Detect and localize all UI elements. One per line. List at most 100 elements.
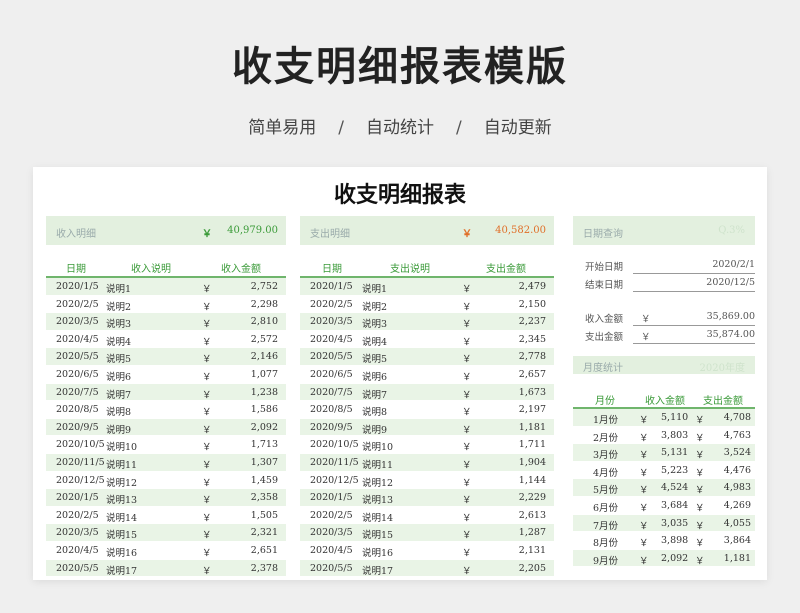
currency-symbol: ￥ bbox=[462, 424, 472, 436]
income-amount-label: 收入金额 bbox=[585, 314, 624, 325]
table-row[interactable]: 2020/4/5 说明16 ￥ 2,651 bbox=[46, 542, 286, 560]
feature-auto-update: 自动更新 bbox=[483, 118, 552, 138]
table-row[interactable]: 2020/3/5 说明15 ￥ 1,287 bbox=[300, 524, 554, 542]
end-date-label: 结束日期 bbox=[585, 280, 624, 291]
table-row[interactable]: 2020/5/5 说明5 ￥ 2,778 bbox=[300, 348, 554, 366]
table-row[interactable]: 2020/5/5 说明17 ￥ 2,378 bbox=[46, 559, 286, 578]
table-row[interactable]: 2020/1/5 说明13 ￥ 2,358 bbox=[46, 489, 286, 507]
currency-symbol: ￥ bbox=[202, 512, 212, 524]
table-row[interactable]: 2020/1/5 说明1 ￥ 2,479 bbox=[300, 278, 554, 296]
currency-symbol: ￥ bbox=[202, 336, 212, 348]
cell-amount: 1,904 bbox=[518, 456, 546, 468]
cell-desc: 说明2 bbox=[106, 301, 132, 313]
table-row[interactable]: 6月份 ￥ 3,684 ￥ 4,269 bbox=[573, 497, 755, 515]
table-row[interactable]: 9月份 ￥ 2,092 ￥ 1,181 bbox=[573, 549, 755, 568]
table-row[interactable]: 3月份 ￥ 5,131 ￥ 3,524 bbox=[573, 444, 755, 462]
table-row[interactable]: 2020/6/5 说明6 ￥ 1,077 bbox=[46, 366, 286, 384]
col-income-desc: 收入说明 bbox=[131, 264, 171, 275]
table-row[interactable]: 2020/2/5 说明2 ￥ 2,150 bbox=[300, 296, 554, 314]
cell-expense: 4,055 bbox=[723, 517, 751, 529]
cell-desc: 说明8 bbox=[106, 407, 132, 419]
table-row[interactable]: 2月份 ￥ 3,803 ￥ 4,763 bbox=[573, 427, 755, 445]
table-row[interactable]: 2020/2/5 说明14 ￥ 2,613 bbox=[300, 507, 554, 525]
table-row[interactable]: 2020/8/5 说明8 ￥ 2,197 bbox=[300, 401, 554, 419]
table-row[interactable]: 2020/11/5 说明11 ￥ 1,307 bbox=[46, 453, 286, 472]
start-date-value[interactable]: 2020/2/1 bbox=[712, 259, 755, 270]
cell-date: 2020/3/5 bbox=[310, 316, 353, 328]
table-row[interactable]: 2020/5/5 说明17 ￥ 2,205 bbox=[300, 559, 554, 578]
table-row[interactable]: 2020/6/5 说明6 ￥ 2,657 bbox=[300, 366, 554, 384]
table-row[interactable]: 2020/8/5 说明8 ￥ 1,586 bbox=[46, 401, 286, 419]
cell-month: 2月份 bbox=[593, 432, 619, 444]
currency-symbol: ￥ bbox=[202, 407, 212, 419]
cell-amount: 2,298 bbox=[250, 298, 278, 310]
table-row[interactable]: 2020/9/5 说明9 ￥ 1,181 bbox=[300, 418, 554, 437]
end-date-value[interactable]: 2020/12/5 bbox=[706, 277, 755, 288]
table-row[interactable]: 2020/12/5 说明12 ￥ 1,459 bbox=[46, 472, 286, 490]
table-row[interactable]: 2020/10/5 说明10 ￥ 1,713 bbox=[46, 436, 286, 454]
sheet-title: 收支明细报表 bbox=[333, 182, 466, 208]
currency-symbol: ￥ bbox=[462, 459, 472, 471]
cell-income: 5,223 bbox=[661, 464, 689, 476]
table-row[interactable]: 8月份 ￥ 3,898 ￥ 3,864 bbox=[573, 532, 755, 550]
cell-desc: 说明5 bbox=[362, 354, 388, 366]
cell-income: 5,131 bbox=[661, 447, 689, 459]
table-row[interactable]: 2020/3/5 说明3 ￥ 2,237 bbox=[300, 313, 554, 331]
cell-month: 1月份 bbox=[593, 415, 619, 426]
cell-amount: 2,810 bbox=[250, 316, 278, 328]
table-row[interactable]: 2020/12/5 说明12 ￥ 1,144 bbox=[300, 472, 554, 490]
table-row[interactable]: 2020/10/5 说明10 ￥ 1,711 bbox=[300, 436, 554, 454]
table-row[interactable]: 2020/7/5 说明7 ￥ 1,238 bbox=[46, 383, 286, 402]
currency-symbol: ￥ bbox=[462, 477, 472, 489]
currency-symbol: ￥ bbox=[695, 450, 705, 462]
currency-symbol: ￥ bbox=[639, 520, 649, 532]
expense-panel: 支出明细 ￥ 40,582.00 日期 支出说明 支出金额 2020/1/5 说明… bbox=[300, 216, 554, 578]
cell-desc: 说明3 bbox=[106, 319, 132, 331]
cell-desc: 说明8 bbox=[362, 407, 388, 419]
table-row[interactable]: 2020/4/5 说明4 ￥ 2,572 bbox=[46, 331, 286, 349]
monthly-stats-ghost: 2020年度 bbox=[699, 363, 745, 374]
cell-expense: 4,269 bbox=[723, 499, 751, 511]
start-date-label: 开始日期 bbox=[585, 262, 624, 273]
table-row[interactable]: 2020/3/5 说明15 ￥ 2,321 bbox=[46, 524, 286, 542]
cell-date: 2020/3/5 bbox=[310, 527, 353, 539]
cell-expense: 3,864 bbox=[723, 535, 751, 547]
table-row[interactable]: 2020/1/5 说明13 ￥ 2,229 bbox=[300, 489, 554, 507]
table-row[interactable]: 5月份 ￥ 4,524 ￥ 4,983 bbox=[573, 479, 755, 497]
cell-date: 2020/10/5 bbox=[310, 439, 359, 451]
table-row[interactable]: 2020/5/5 说明5 ￥ 2,146 bbox=[46, 348, 286, 366]
cell-desc: 说明9 bbox=[106, 424, 132, 436]
table-row[interactable]: 2020/2/5 说明2 ￥ 2,298 bbox=[46, 296, 286, 314]
expense-table-header: 日期 支出说明 支出金额 bbox=[300, 256, 554, 278]
table-row[interactable]: 2020/11/5 说明11 ￥ 1,904 bbox=[300, 453, 554, 472]
cell-desc: 说明6 bbox=[106, 371, 132, 383]
cell-amount: 1,673 bbox=[518, 386, 546, 398]
separator: / bbox=[456, 118, 462, 138]
currency-symbol: ￥ bbox=[462, 512, 472, 524]
table-row[interactable]: 1月份 ￥ 5,110 ￥ 4,708 bbox=[573, 409, 755, 427]
table-row[interactable]: 2020/3/5 说明3 ￥ 2,810 bbox=[46, 313, 286, 331]
cell-desc: 说明4 bbox=[106, 336, 132, 348]
table-row[interactable]: 4月份 ￥ 5,223 ￥ 4,476 bbox=[573, 462, 755, 480]
cell-date: 2020/5/5 bbox=[56, 562, 99, 574]
table-row[interactable]: 2020/7/5 说明7 ￥ 1,673 bbox=[300, 383, 554, 402]
cell-date: 2020/8/5 bbox=[310, 404, 353, 416]
currency-symbol: ￥ bbox=[462, 301, 472, 313]
table-row[interactable]: 2020/4/5 说明4 ￥ 2,345 bbox=[300, 331, 554, 349]
table-row[interactable]: 2020/4/5 说明16 ￥ 2,131 bbox=[300, 542, 554, 560]
cell-amount: 2,146 bbox=[250, 351, 278, 363]
table-row[interactable]: 2020/2/5 说明14 ￥ 1,505 bbox=[46, 507, 286, 525]
table-row[interactable]: 7月份 ￥ 3,035 ￥ 4,055 bbox=[573, 514, 755, 533]
table-row[interactable]: 2020/9/5 说明9 ￥ 2,092 bbox=[46, 418, 286, 437]
table-row[interactable]: 2020/1/5 说明1 ￥ 2,752 bbox=[46, 278, 286, 296]
cell-date: 2020/10/5 bbox=[56, 439, 105, 451]
currency-symbol: ￥ bbox=[202, 229, 212, 240]
cell-desc: 说明9 bbox=[362, 424, 388, 436]
currency-symbol: ￥ bbox=[695, 485, 705, 497]
cell-desc: 说明16 bbox=[106, 547, 138, 559]
currency-symbol: ￥ bbox=[462, 354, 472, 366]
currency-symbol: ￥ bbox=[695, 520, 705, 532]
date-query-ghost: Q.3% bbox=[718, 225, 745, 236]
cell-date: 2020/3/5 bbox=[56, 527, 99, 539]
cell-desc: 说明2 bbox=[362, 301, 388, 313]
